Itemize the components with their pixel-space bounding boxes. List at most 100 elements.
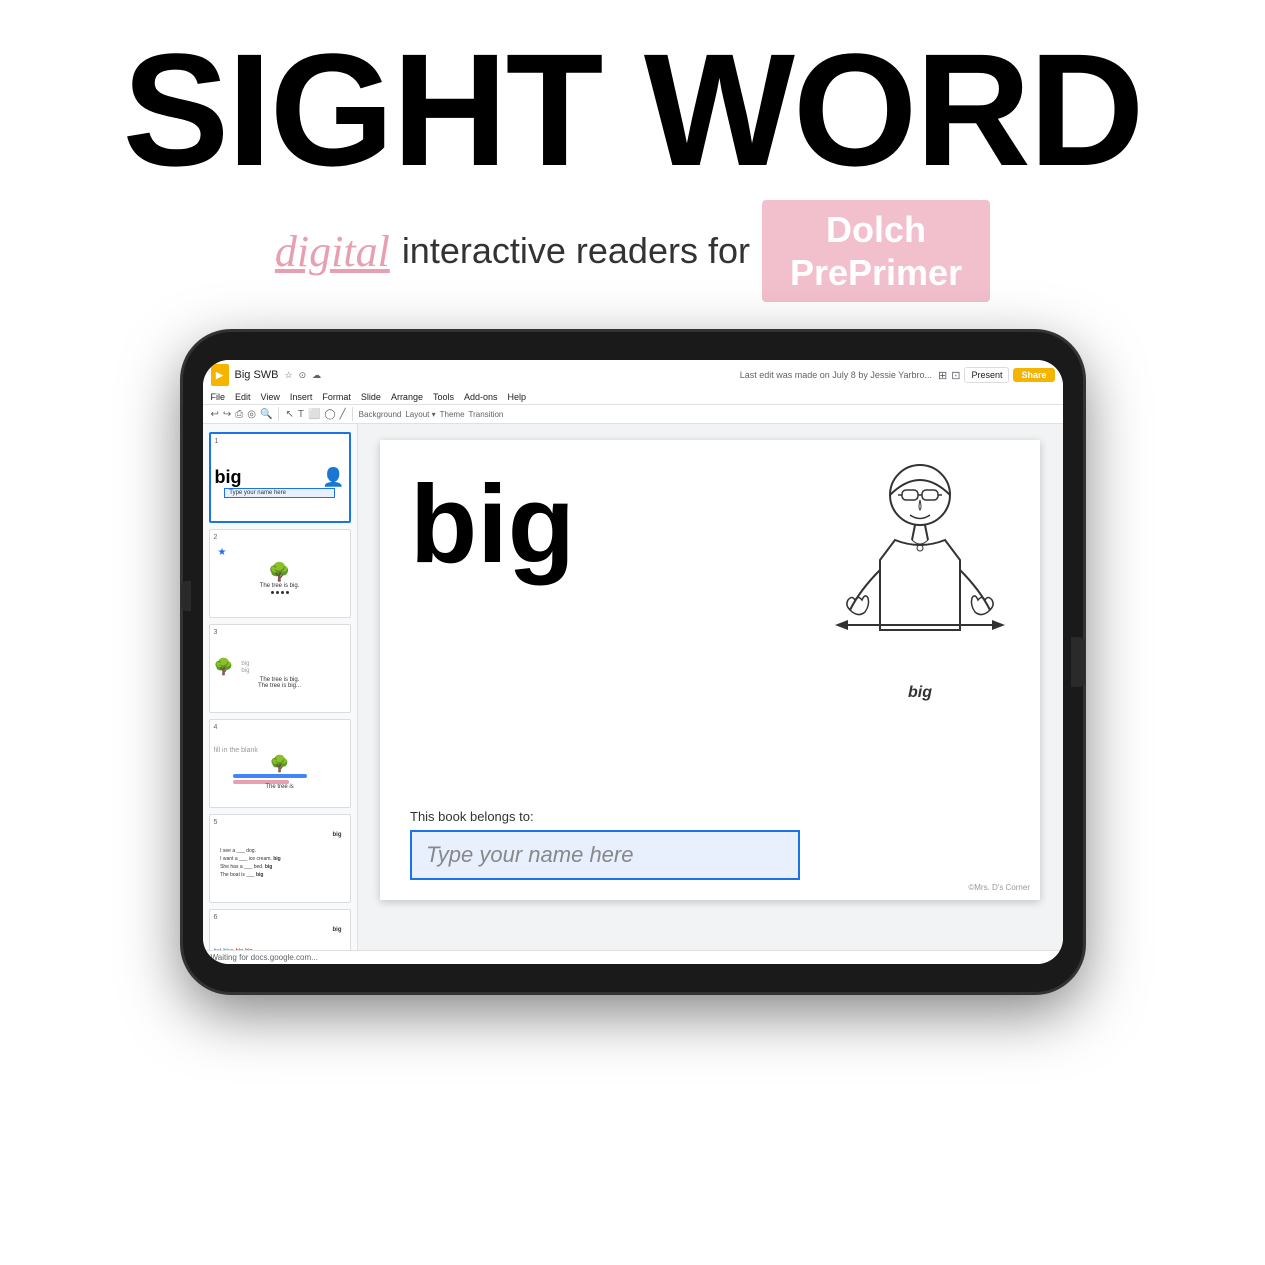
toolbar-divider-2 bbox=[352, 407, 353, 421]
menu-addons[interactable]: Add-ons bbox=[464, 392, 498, 402]
slides-menu-bar: File Edit View Insert Format Slide Arran… bbox=[203, 390, 1063, 404]
toolbar-layout-btn[interactable]: Layout ▾ bbox=[405, 410, 435, 419]
present-button[interactable]: Present bbox=[964, 367, 1009, 383]
thumb-content-4: fill in the blank 🌳 The tree is bbox=[214, 733, 346, 803]
toolbar-text-icon[interactable]: T bbox=[298, 409, 304, 420]
thumb-list-text-5: I see a ___ dog. I want a ___ ice cream.… bbox=[220, 847, 339, 879]
menu-view[interactable]: View bbox=[261, 392, 280, 402]
thumb-grid-header-6: but blue big big bbox=[214, 948, 253, 950]
slides-status-bar: Waiting for docs.google.com... bbox=[203, 950, 1063, 964]
thumb-name-box[interactable]: Type your name here bbox=[224, 488, 335, 498]
thumb-tree-2: 🌳 bbox=[268, 562, 290, 583]
toolbar-paint-icon[interactable]: ◎ bbox=[247, 409, 256, 420]
slide-num-6: 6 bbox=[214, 914, 346, 921]
thumb-text-3b: The tree is big... bbox=[258, 683, 301, 689]
slide-thumbnail-2[interactable]: 2 ★ 🌳 The tree is big. bbox=[209, 529, 351, 618]
thumb-star-icon: ★ bbox=[218, 547, 227, 558]
slide-editor: big bbox=[358, 424, 1063, 950]
thumb-label-big-3a: big bbox=[241, 661, 249, 667]
slide-num-3: 3 bbox=[214, 629, 346, 636]
menu-tools[interactable]: Tools bbox=[433, 392, 454, 402]
sign-language-area: big bbox=[820, 460, 1020, 720]
toolbar-transition-btn[interactable]: Transition bbox=[469, 410, 504, 419]
tablet-volume-button[interactable] bbox=[181, 581, 191, 611]
menu-insert[interactable]: Insert bbox=[290, 392, 313, 402]
slide-thumbnail-3[interactable]: 3 🌳 big big The tree is big. The tree is… bbox=[209, 624, 351, 713]
thumb-content-2: ★ 🌳 The tree is big. bbox=[214, 543, 346, 613]
thumb-word-label-6: big bbox=[333, 927, 342, 933]
thumb-dots-2 bbox=[271, 591, 289, 594]
subtitle-digital: digital bbox=[275, 226, 390, 277]
slides-top-bar: ▶ Big SWB ☆ ⊙ ☁ Last edit was made on Ju… bbox=[203, 360, 1063, 390]
name-input-placeholder: Type your name here bbox=[426, 842, 633, 867]
toolbar-divider-1 bbox=[278, 407, 279, 421]
slides-toolbar: ▶ Big SWB ☆ ⊙ ☁ Last edit was made on Ju… bbox=[203, 360, 1063, 424]
toolbar-redo-icon[interactable]: ↪ bbox=[223, 409, 231, 420]
thumb-content-5: big I see a ___ dog. I want a ___ ice cr… bbox=[214, 828, 346, 898]
toolbar-print-icon[interactable]: ⎙ bbox=[235, 409, 243, 420]
slides-panel: 1 big 👤 Type your name here 2 bbox=[203, 424, 358, 950]
slide-name-input[interactable]: Type your name here bbox=[410, 830, 800, 880]
main-title: SIGHT WORD bbox=[40, 30, 1225, 190]
toolbar-undo-icon[interactable]: ↩ bbox=[211, 409, 219, 420]
menu-format[interactable]: Format bbox=[322, 392, 351, 402]
thumb-content-6: big but blue big big big b bbox=[214, 923, 346, 950]
menu-slide[interactable]: Slide bbox=[361, 392, 381, 402]
slide-content: big bbox=[380, 440, 1040, 900]
dolch-text-line2: PrePrimer bbox=[790, 251, 962, 294]
toolbar-background-btn[interactable]: Background bbox=[359, 410, 402, 419]
thumb-fill-label-4: fill in the blank bbox=[214, 747, 258, 754]
menu-edit[interactable]: Edit bbox=[235, 392, 251, 402]
thumb-bars-4 bbox=[233, 774, 325, 784]
slide-copyright: ©Mrs. D's Corner bbox=[968, 883, 1030, 892]
dot-2 bbox=[276, 591, 279, 594]
slide-thumbnail-1[interactable]: 1 big 👤 Type your name here bbox=[209, 432, 351, 523]
slides-logo-icon: ▶ bbox=[211, 364, 229, 386]
toolbar-cursor-icon[interactable]: ↖ bbox=[285, 409, 293, 420]
toolbar-theme-btn[interactable]: Theme bbox=[440, 410, 465, 419]
drive-icon: ⊙ bbox=[299, 370, 307, 381]
sign-language-figure bbox=[830, 460, 1010, 680]
slide-thumbnail-6[interactable]: 6 big but blue big big bbox=[209, 909, 351, 950]
dot-4 bbox=[286, 591, 289, 594]
thumb-content-3: 🌳 big big The tree is big. The tree is b… bbox=[214, 638, 346, 708]
tablet-container: ▶ Big SWB ☆ ⊙ ☁ Last edit was made on Ju… bbox=[0, 332, 1265, 992]
toolbar-shape-icon[interactable]: ◯ bbox=[324, 409, 335, 420]
cloud-icon: ☁ bbox=[312, 370, 321, 381]
star-icon: ☆ bbox=[285, 370, 293, 381]
tablet: ▶ Big SWB ☆ ⊙ ☁ Last edit was made on Ju… bbox=[183, 332, 1083, 992]
slide-canvas: big bbox=[380, 440, 1040, 900]
tablet-screen: ▶ Big SWB ☆ ⊙ ☁ Last edit was made on Ju… bbox=[203, 360, 1063, 964]
slide-bottom-section: This book belongs to: Type your name her… bbox=[410, 809, 1010, 880]
slide-thumbnail-4[interactable]: 4 fill in the blank 🌳 The tree is bbox=[209, 719, 351, 808]
thumb-text-4: The tree is bbox=[265, 784, 293, 790]
header-section: SIGHT WORD digital interactive readers f… bbox=[0, 0, 1265, 312]
expand-icon: ⊡ bbox=[951, 369, 960, 382]
slide-thumbnail-5[interactable]: 5 big I see a ___ dog. I want a ___ ice … bbox=[209, 814, 351, 903]
menu-file[interactable]: File bbox=[211, 392, 226, 402]
thumb-word-label-5: big bbox=[333, 832, 342, 838]
slides-toolbar-row: ↩ ↪ ⎙ ◎ 🔍 ↖ T ⬜ ◯ ╱ Background Layout ▾ … bbox=[203, 404, 1063, 423]
thumb-tree-3: 🌳 bbox=[214, 657, 234, 677]
slides-document-title[interactable]: Big SWB bbox=[235, 369, 279, 381]
share-button[interactable]: Share bbox=[1013, 368, 1054, 382]
sign-word-label: big bbox=[908, 684, 932, 702]
subtitle-row: digital interactive readers for Dolch Pr… bbox=[40, 200, 1225, 302]
dot-3 bbox=[281, 591, 284, 594]
thumb-character-icon: 👤 bbox=[322, 467, 344, 488]
tablet-home-button[interactable] bbox=[1071, 637, 1085, 687]
last-edit-text: Last edit was made on July 8 by Jessie Y… bbox=[740, 370, 932, 380]
thumb-content-1: big 👤 Type your name here bbox=[215, 447, 345, 517]
menu-help[interactable]: Help bbox=[508, 392, 527, 402]
slide-num-1: 1 bbox=[215, 438, 345, 445]
thumb-word-big: big bbox=[215, 467, 242, 488]
slides-main-area: 1 big 👤 Type your name here 2 bbox=[203, 424, 1063, 950]
dot-1 bbox=[271, 591, 274, 594]
slide-num-4: 4 bbox=[214, 724, 346, 731]
thumb-tree-4: 🌳 bbox=[270, 754, 290, 774]
toolbar-zoom-icon[interactable]: 🔍 bbox=[260, 409, 272, 420]
thumb-text-2: The tree is big. bbox=[260, 583, 300, 589]
menu-arrange[interactable]: Arrange bbox=[391, 392, 423, 402]
toolbar-image-icon[interactable]: ⬜ bbox=[308, 409, 320, 420]
toolbar-line-icon[interactable]: ╱ bbox=[340, 409, 346, 420]
